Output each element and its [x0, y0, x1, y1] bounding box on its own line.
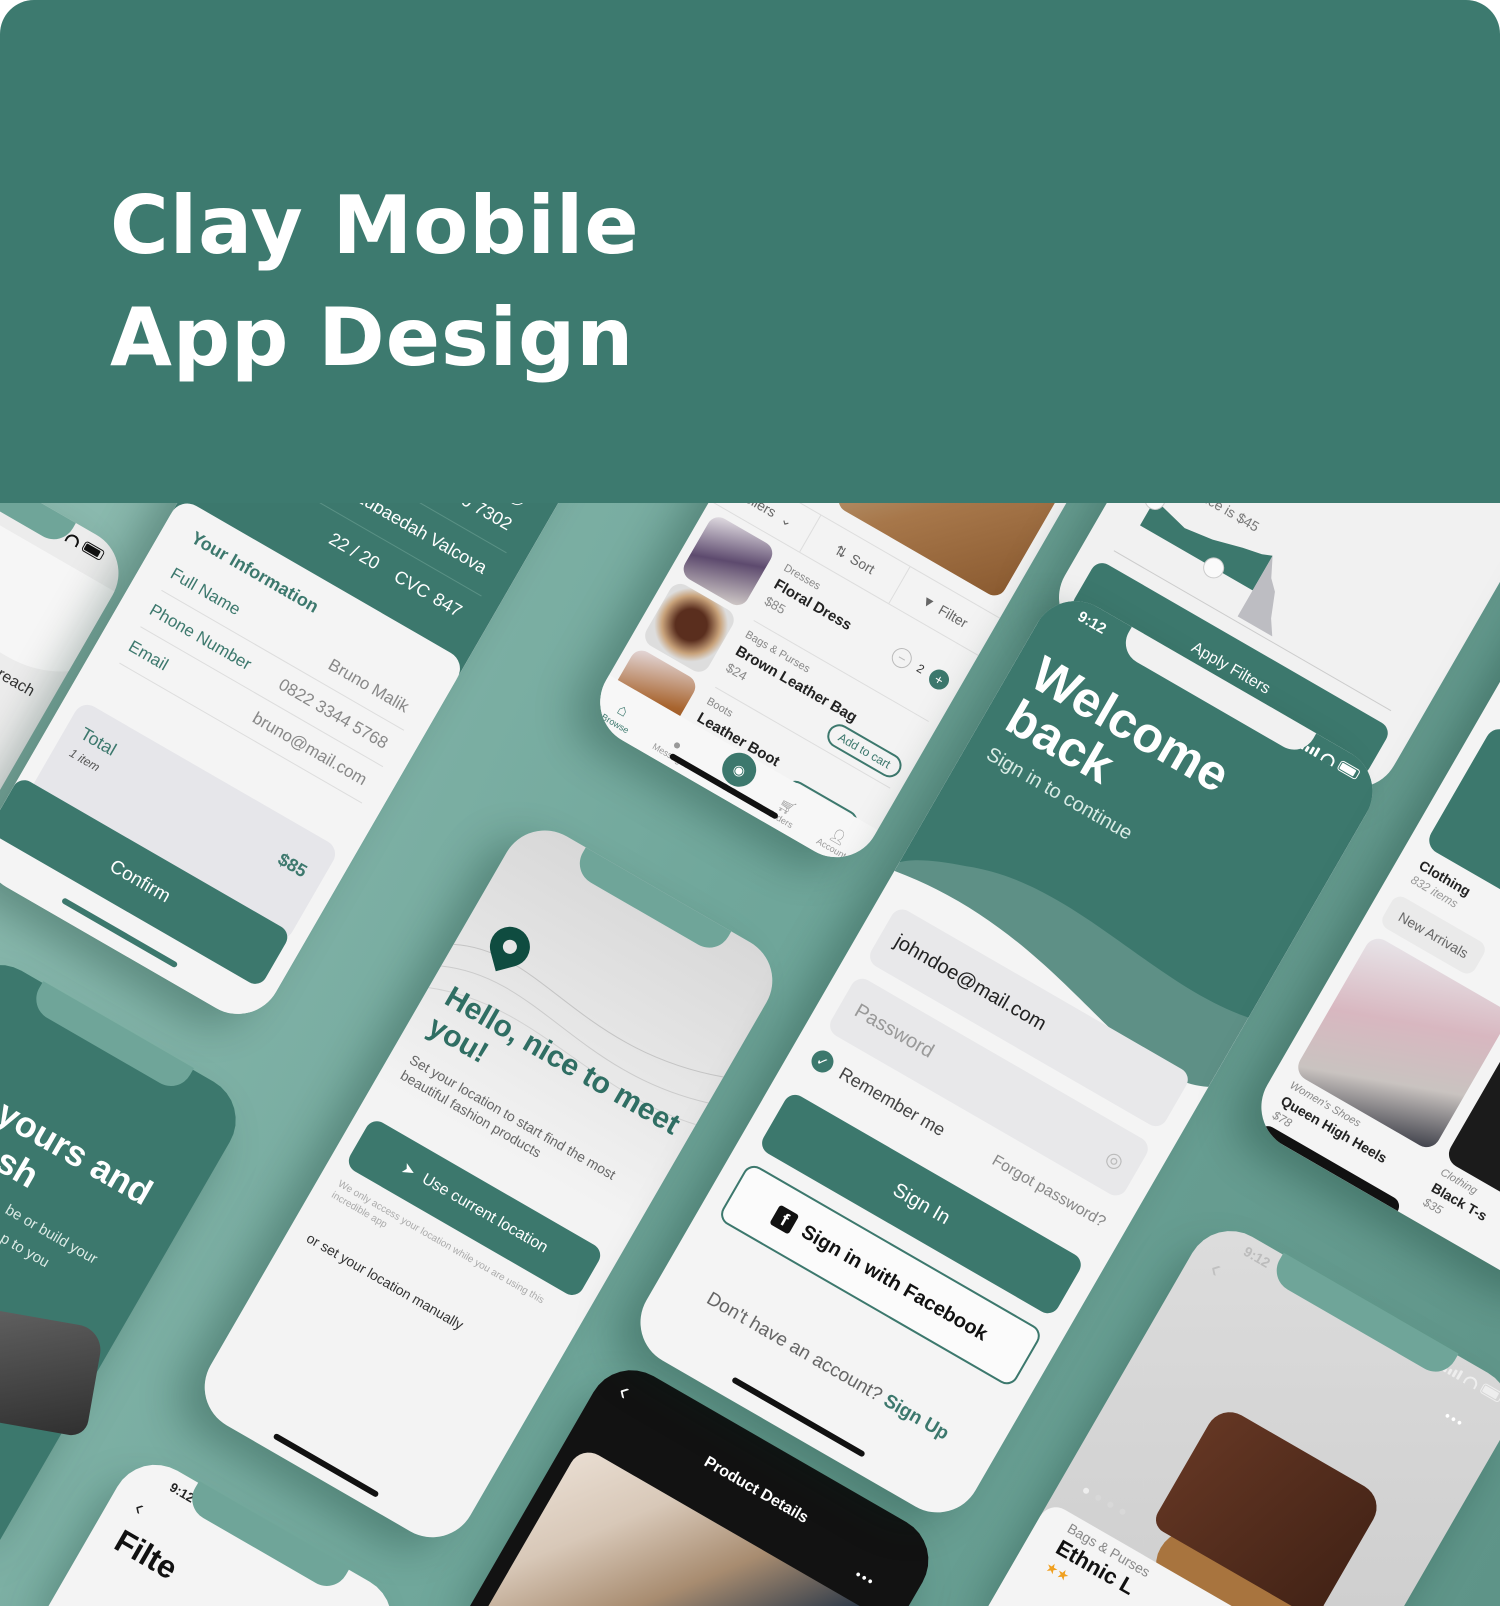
- cvc-value: 847: [429, 588, 466, 621]
- facebook-icon: f: [769, 1204, 800, 1235]
- reach-text: reach: [0, 665, 38, 701]
- quantity-value: 2: [914, 661, 927, 677]
- filter-icon: ▼: [918, 591, 939, 613]
- page-title: Clay Mobile App Design: [110, 170, 640, 394]
- minus-button[interactable]: −: [888, 644, 916, 672]
- cvc-label: CVC: [390, 566, 434, 603]
- checkmark-icon: ✓: [807, 1046, 838, 1077]
- quantity-stepper: − 2 +: [888, 644, 953, 694]
- banner-header: Clay Mobile App Design: [0, 0, 1500, 503]
- tab-account[interactable]: 👤︎ Account: [815, 821, 857, 861]
- battery-icon: [80, 540, 106, 562]
- sign-up-link[interactable]: Sign Up: [880, 1390, 953, 1444]
- title-line-1: Clay Mobile: [110, 179, 640, 272]
- total-value: $85: [274, 849, 311, 882]
- mockup-scene: reach 75 0930 7302 nge Zubaedah Valcova …: [0, 503, 1500, 1606]
- chevron-down-icon: ⌄: [778, 509, 797, 530]
- field-label: Full Name: [167, 563, 244, 620]
- confirm-label: Confirm: [105, 855, 175, 908]
- title-line-2: App Design: [110, 291, 635, 384]
- navigation-arrow-icon: ➤: [398, 1159, 419, 1182]
- sort-icon: ⇅: [832, 541, 851, 561]
- plus-button[interactable]: +: [925, 665, 953, 694]
- tab-browse[interactable]: ⌂ Browse: [600, 696, 640, 735]
- eye-icon[interactable]: ◎: [1101, 1145, 1129, 1175]
